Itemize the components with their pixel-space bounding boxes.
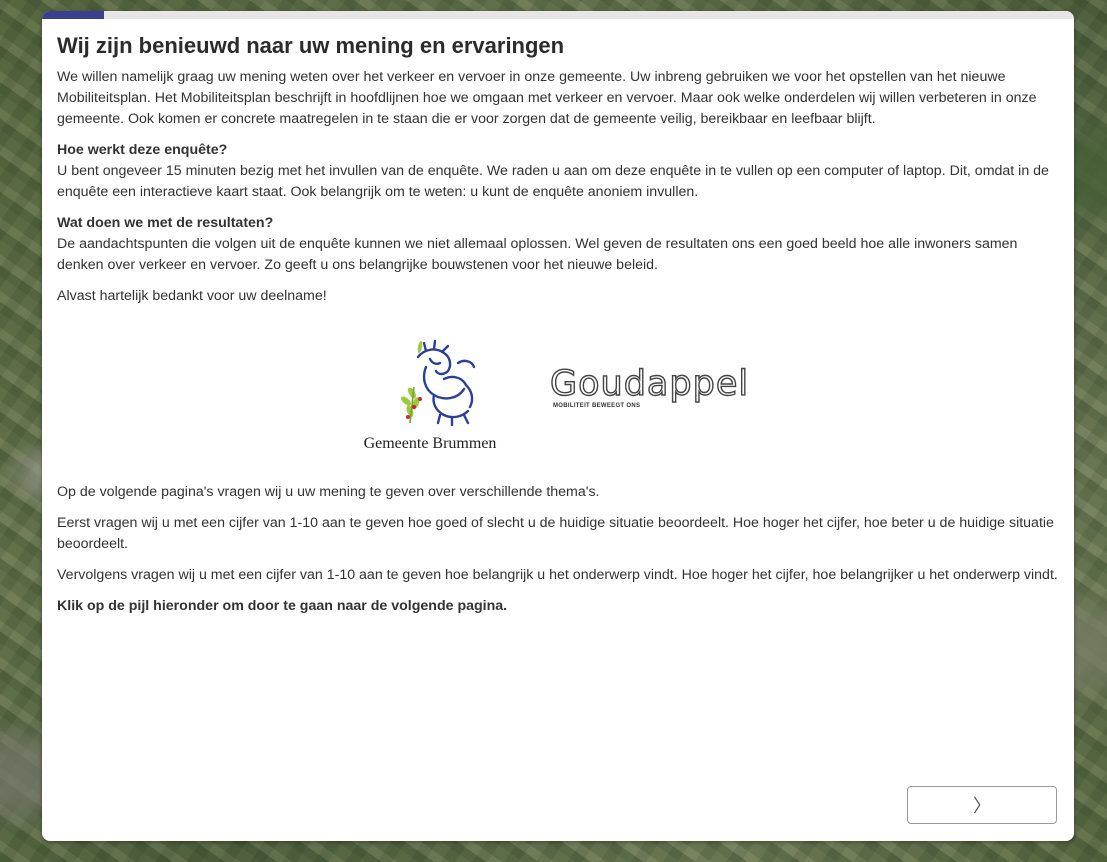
partner-logos: Gemeente Brummen Goudappel MOBILITEIT BE… bbox=[57, 325, 1063, 470]
brummen-lion-icon bbox=[401, 339, 476, 427]
page-title: Wij zijn benieuwd naar uw mening en erva… bbox=[57, 33, 565, 58]
progress-bar bbox=[42, 11, 1074, 19]
goudappel-name: Goudappel bbox=[549, 364, 750, 404]
click-instruction: Klik op de pijl hieronder om door te gaa… bbox=[57, 598, 508, 614]
next-page-button[interactable]: 〉 bbox=[907, 786, 1057, 824]
gemeente-brummen-logo: Gemeente Brummen bbox=[340, 337, 520, 455]
section-how-it-works-text: U bent ongeveer 15 minuten bezig met het… bbox=[57, 163, 1049, 200]
next-pages-text: Op de volgende pagina's vragen wij u uw … bbox=[57, 484, 600, 500]
progress-bar-fill bbox=[42, 11, 104, 19]
survey-content: Wij zijn benieuwd naar uw mening en erva… bbox=[57, 33, 1063, 627]
section-results-title: Wat doen we met de resultaten? bbox=[57, 215, 274, 231]
intro-paragraph: We willen namelijk graag uw mening weten… bbox=[57, 69, 1037, 127]
section-results-text: De aandachtspunten die volgen uit de enq… bbox=[57, 236, 1018, 273]
goudappel-logo: Goudappel MOBILITEIT BEWEEGT ONS bbox=[549, 364, 810, 425]
section-how-it-works: Hoe werkt deze enquête? U bent ongeveer … bbox=[57, 140, 1063, 203]
rating-importance-text: Vervolgens vragen wij u met een cijfer v… bbox=[57, 567, 1058, 583]
section-how-it-works-title: Hoe werkt deze enquête? bbox=[57, 142, 228, 158]
brummen-name: Gemeente Brummen bbox=[363, 435, 497, 452]
rating-current-text: Eerst vragen wij u met een cijfer van 1-… bbox=[57, 515, 1054, 552]
survey-card: Wij zijn benieuwd naar uw mening en erva… bbox=[42, 11, 1074, 841]
chevron-right-icon: 〉 bbox=[973, 796, 991, 817]
thanks-text: Alvast hartelijk bedankt voor uw deelnam… bbox=[57, 288, 327, 304]
section-results: Wat doen we met de resultaten? De aandac… bbox=[57, 213, 1063, 276]
